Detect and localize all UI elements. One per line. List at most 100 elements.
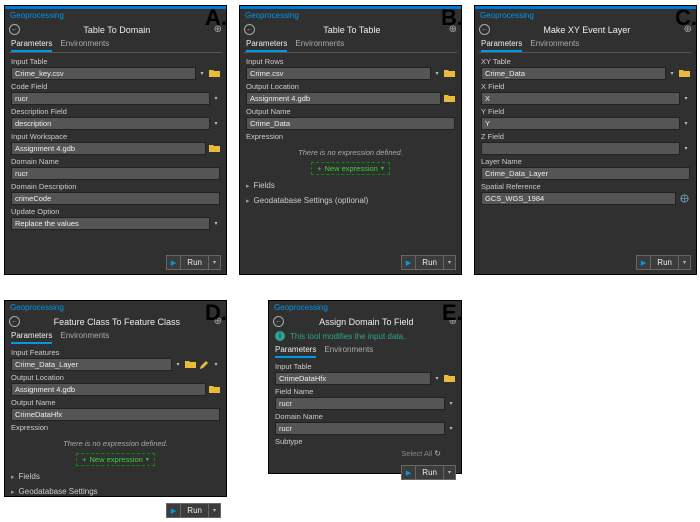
folder-icon[interactable] — [208, 384, 220, 396]
chevron-down-icon[interactable]: ▾ — [174, 361, 182, 368]
folder-icon[interactable] — [443, 373, 455, 385]
input-table-field[interactable] — [275, 372, 431, 385]
play-icon: ▶ — [402, 469, 415, 477]
chevron-down-icon[interactable]: ▾ — [668, 70, 676, 77]
chevron-down-icon[interactable]: ▾ — [679, 259, 690, 266]
output-location-label: Output Location — [246, 82, 455, 91]
chevron-down-icon[interactable]: ▾ — [682, 95, 690, 102]
chevron-right-icon: ▸ — [11, 473, 15, 481]
fields-label: Fields — [254, 181, 275, 190]
chevron-down-icon[interactable]: ▾ — [447, 400, 455, 407]
input-workspace-field[interactable] — [11, 142, 206, 155]
run-button[interactable]: ▶Run▾ — [166, 255, 221, 270]
panel-make-xy-event-layer: Geoprocessing ← Make XY Event Layer ⊕ Pa… — [474, 5, 697, 275]
layer-name-field[interactable] — [481, 167, 690, 180]
panel-assign-domain-to-field: Geoprocessing ← Assign Domain To Field ⊕… — [268, 300, 462, 474]
tab-environments[interactable]: Environments — [324, 343, 373, 358]
domain-name-field[interactable] — [11, 167, 220, 180]
chevron-down-icon[interactable]: ▾ — [682, 145, 690, 152]
fields-section[interactable]: ▸ Fields — [246, 181, 455, 190]
tool-title: Make XY Event Layer — [494, 25, 680, 35]
y-field[interactable] — [481, 117, 680, 130]
tab-environments[interactable]: Environments — [295, 37, 344, 52]
chevron-down-icon[interactable]: ▾ — [433, 375, 441, 382]
run-button[interactable]: ▶Run▾ — [401, 255, 456, 270]
panel-label-b: B. — [441, 5, 463, 31]
domain-description-field[interactable] — [11, 192, 220, 205]
run-button[interactable]: ▶Run▾ — [401, 465, 456, 480]
back-icon[interactable]: ← — [479, 24, 490, 35]
output-name-field[interactable] — [11, 408, 220, 421]
new-expression-button[interactable]: +New expression▾ — [76, 453, 155, 466]
z-field[interactable] — [481, 142, 680, 155]
tab-parameters[interactable]: Parameters — [275, 343, 316, 358]
x-field-label: X Field — [481, 82, 690, 91]
chevron-down-icon[interactable]: ▾ — [209, 259, 220, 266]
info-text: This tool modifies the input data. — [290, 332, 405, 341]
refresh-icon[interactable]: ↻ — [434, 449, 441, 458]
input-table-label: Input Table — [275, 362, 455, 371]
spatial-reference-field[interactable] — [481, 192, 676, 205]
run-label: Run — [650, 256, 679, 269]
chevron-down-icon[interactable]: ▾ — [444, 469, 455, 476]
xy-table-field[interactable] — [481, 67, 666, 80]
chevron-right-icon: ▸ — [246, 182, 250, 190]
input-rows-field[interactable] — [246, 67, 431, 80]
folder-icon[interactable] — [208, 68, 220, 80]
back-icon[interactable]: ← — [9, 316, 20, 327]
description-field[interactable] — [11, 117, 210, 130]
globe-icon[interactable] — [678, 193, 690, 205]
geodatabase-settings-section[interactable]: ▸Geodatabase Settings (optional) — [246, 196, 455, 205]
tab-parameters[interactable]: Parameters — [11, 37, 52, 52]
run-button[interactable]: ▶Run▾ — [166, 503, 221, 518]
folder-icon[interactable] — [208, 143, 220, 155]
output-name-field[interactable] — [246, 117, 455, 130]
back-icon[interactable]: ← — [244, 24, 255, 35]
back-icon[interactable]: ← — [273, 316, 284, 327]
domain-name-field[interactable] — [275, 422, 445, 435]
output-location-field[interactable] — [11, 383, 206, 396]
back-icon[interactable]: ← — [9, 24, 20, 35]
no-expression-text: There is no expression defined. — [11, 439, 220, 448]
input-features-field[interactable] — [11, 358, 172, 371]
pencil-icon[interactable] — [198, 359, 210, 371]
play-icon: ▶ — [402, 259, 415, 267]
tab-parameters[interactable]: Parameters — [11, 329, 52, 344]
select-all-link[interactable]: Select All ↻ — [275, 449, 455, 458]
tab-parameters[interactable]: Parameters — [246, 37, 287, 52]
chevron-down-icon[interactable]: ▾ — [212, 361, 220, 368]
field-name-field[interactable] — [275, 397, 445, 410]
tab-parameters[interactable]: Parameters — [481, 37, 522, 52]
tab-environments[interactable]: Environments — [60, 329, 109, 344]
folder-icon[interactable] — [443, 93, 455, 105]
chevron-down-icon[interactable]: ▾ — [447, 425, 455, 432]
folder-icon[interactable] — [443, 68, 455, 80]
chevron-down-icon[interactable]: ▾ — [209, 507, 220, 514]
geodatabase-settings-section[interactable]: ▸Geodatabase Settings — [11, 487, 220, 496]
fields-section[interactable]: ▸Fields — [11, 472, 220, 481]
panel-label-d: D. — [205, 300, 227, 326]
tab-environments[interactable]: Environments — [60, 37, 109, 52]
geodb-label: Geodatabase Settings — [19, 487, 98, 496]
info-icon: i — [275, 331, 285, 341]
run-button[interactable]: ▶Run▾ — [636, 255, 691, 270]
chevron-down-icon[interactable]: ▾ — [212, 95, 220, 102]
chevron-down-icon[interactable]: ▾ — [433, 70, 441, 77]
new-expression-button[interactable]: +New expression▾ — [311, 162, 390, 175]
tool-title: Table To Table — [259, 25, 445, 35]
app-title: Geoprocessing — [269, 301, 461, 314]
tab-environments[interactable]: Environments — [530, 37, 579, 52]
chevron-down-icon[interactable]: ▾ — [682, 120, 690, 127]
chevron-down-icon[interactable]: ▾ — [198, 70, 206, 77]
update-option-field[interactable] — [11, 217, 210, 230]
chevron-down-icon[interactable]: ▾ — [212, 220, 220, 227]
x-field[interactable] — [481, 92, 680, 105]
output-location-field[interactable] — [246, 92, 441, 105]
chevron-down-icon[interactable]: ▾ — [444, 259, 455, 266]
input-table-field[interactable] — [11, 67, 196, 80]
folder-icon[interactable] — [678, 68, 690, 80]
chevron-down-icon[interactable]: ▾ — [212, 120, 220, 127]
folder-icon[interactable] — [184, 359, 196, 371]
code-field[interactable] — [11, 92, 210, 105]
app-title: Geoprocessing — [5, 9, 226, 22]
